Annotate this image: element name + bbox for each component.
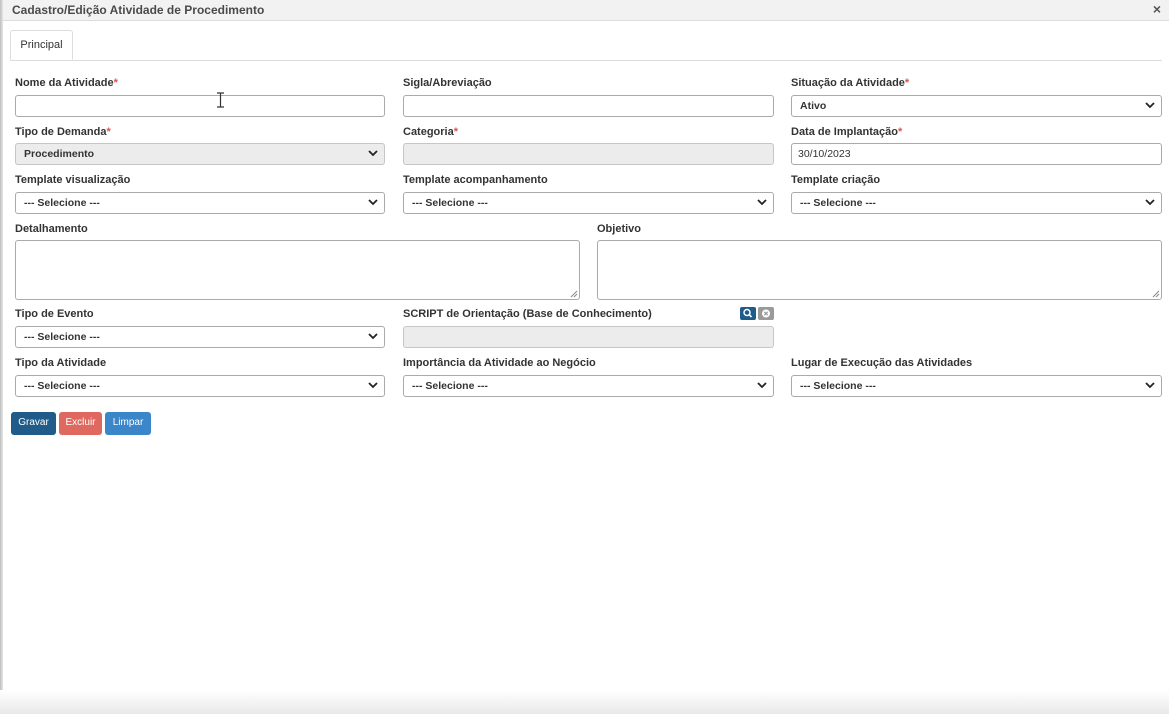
template-acompanhamento-value: --- Selecione --- <box>412 197 488 209</box>
chevron-down-icon <box>757 382 767 389</box>
template-visualizacao-label: Template visualização <box>15 174 131 186</box>
required-marker: * <box>106 126 111 138</box>
tipo-demanda-select: Procedimento <box>15 143 385 165</box>
script-orientacao-input <box>403 326 774 348</box>
nome-atividade-input[interactable] <box>15 95 385 117</box>
chevron-down-icon <box>1145 102 1155 109</box>
template-criacao-value: --- Selecione --- <box>800 197 876 209</box>
circle-x-glyph <box>762 309 770 318</box>
importancia-value: --- Selecione --- <box>412 380 488 392</box>
situacao-label-text: Situação da Atividade <box>791 77 905 89</box>
tipo-atividade-value: --- Selecione --- <box>24 380 100 392</box>
limpar-button[interactable]: Limpar <box>105 412 151 435</box>
tipo-evento-select[interactable]: --- Selecione --- <box>15 326 385 348</box>
window-left-edge <box>0 0 3 714</box>
clear-icon[interactable] <box>758 307 774 320</box>
tipo-evento-value: --- Selecione --- <box>24 331 100 343</box>
dialog-titlebar: Cadastro/Edição Atividade de Procediment… <box>3 0 1169 21</box>
chevron-down-icon <box>1145 382 1155 389</box>
tab-principal[interactable]: Principal <box>10 30 73 60</box>
nome-atividade-label-text: Nome da Atividade <box>15 77 114 89</box>
chevron-down-icon <box>757 199 767 206</box>
script-orientacao-label: SCRIPT de Orientação (Base de Conhecimen… <box>403 308 652 320</box>
chevron-down-icon <box>368 333 378 340</box>
tipo-demanda-label: Tipo de Demanda* <box>15 126 111 138</box>
sigla-label: Sigla/Abreviação <box>403 77 492 89</box>
lugar-execucao-value: --- Selecione --- <box>800 380 876 392</box>
text-cursor-icon <box>217 92 224 108</box>
resize-grip-icon[interactable] <box>1151 289 1160 298</box>
search-icon[interactable] <box>740 307 756 320</box>
categoria-label: Categoria* <box>403 126 458 138</box>
tipo-demanda-value: Procedimento <box>24 148 95 160</box>
required-marker: * <box>904 77 910 89</box>
tab-bar: Principal <box>10 30 1162 61</box>
required-marker: * <box>897 126 903 138</box>
chevron-down-icon <box>368 150 378 157</box>
data-implantacao-label-text: Data de Implantação <box>791 126 898 138</box>
template-acompanhamento-label: Template acompanhamento <box>403 174 548 186</box>
required-marker: * <box>113 77 118 89</box>
importancia-select[interactable]: --- Selecione --- <box>403 375 774 397</box>
objetivo-label: Objetivo <box>597 223 642 235</box>
situacao-select[interactable]: Ativo <box>791 95 1162 117</box>
magnifier-glyph <box>743 308 753 318</box>
chevron-down-icon <box>368 382 378 389</box>
template-criacao-select[interactable]: --- Selecione --- <box>791 192 1162 214</box>
excluir-button[interactable]: Excluir <box>59 412 102 435</box>
detalhamento-label: Detalhamento <box>15 223 88 235</box>
situacao-value: Ativo <box>800 100 827 112</box>
template-criacao-label: Template criação <box>791 174 881 186</box>
gravar-button[interactable]: Gravar <box>11 412 56 435</box>
categoria-label-text: Categoria <box>403 126 454 138</box>
template-acompanhamento-select[interactable]: --- Selecione --- <box>403 192 774 214</box>
tipo-evento-label: Tipo de Evento <box>15 308 94 320</box>
data-implantacao-input[interactable]: 30/10/2023 <box>791 143 1162 165</box>
dialog-title: Cadastro/Edição Atividade de Procediment… <box>12 3 265 17</box>
close-icon[interactable]: × <box>1153 2 1161 16</box>
situacao-label: Situação da Atividade* <box>791 77 909 89</box>
tipo-atividade-select[interactable]: --- Selecione --- <box>15 375 385 397</box>
sigla-input[interactable] <box>403 95 774 117</box>
detalhamento-textarea[interactable] <box>15 240 580 300</box>
lugar-execucao-label: Lugar de Execução das Atividades <box>791 357 973 369</box>
categoria-input <box>403 143 774 165</box>
importancia-label: Importância da Atividade ao Negócio <box>403 357 596 369</box>
chevron-down-icon <box>368 199 378 206</box>
lugar-execucao-select[interactable]: --- Selecione --- <box>791 375 1162 397</box>
resize-grip-icon[interactable] <box>569 289 578 298</box>
nome-atividade-label: Nome da Atividade* <box>15 77 118 89</box>
template-visualizacao-select[interactable]: --- Selecione --- <box>15 192 385 214</box>
required-marker: * <box>453 126 459 138</box>
template-visualizacao-value: --- Selecione --- <box>24 197 100 209</box>
objetivo-textarea[interactable] <box>597 240 1162 300</box>
bottom-shadow <box>0 690 1169 714</box>
tipo-demanda-label-text: Tipo de Demanda <box>15 126 107 138</box>
tipo-atividade-label: Tipo da Atividade <box>15 357 107 369</box>
data-implantacao-label: Data de Implantação* <box>791 126 902 138</box>
chevron-down-icon <box>1145 199 1155 206</box>
